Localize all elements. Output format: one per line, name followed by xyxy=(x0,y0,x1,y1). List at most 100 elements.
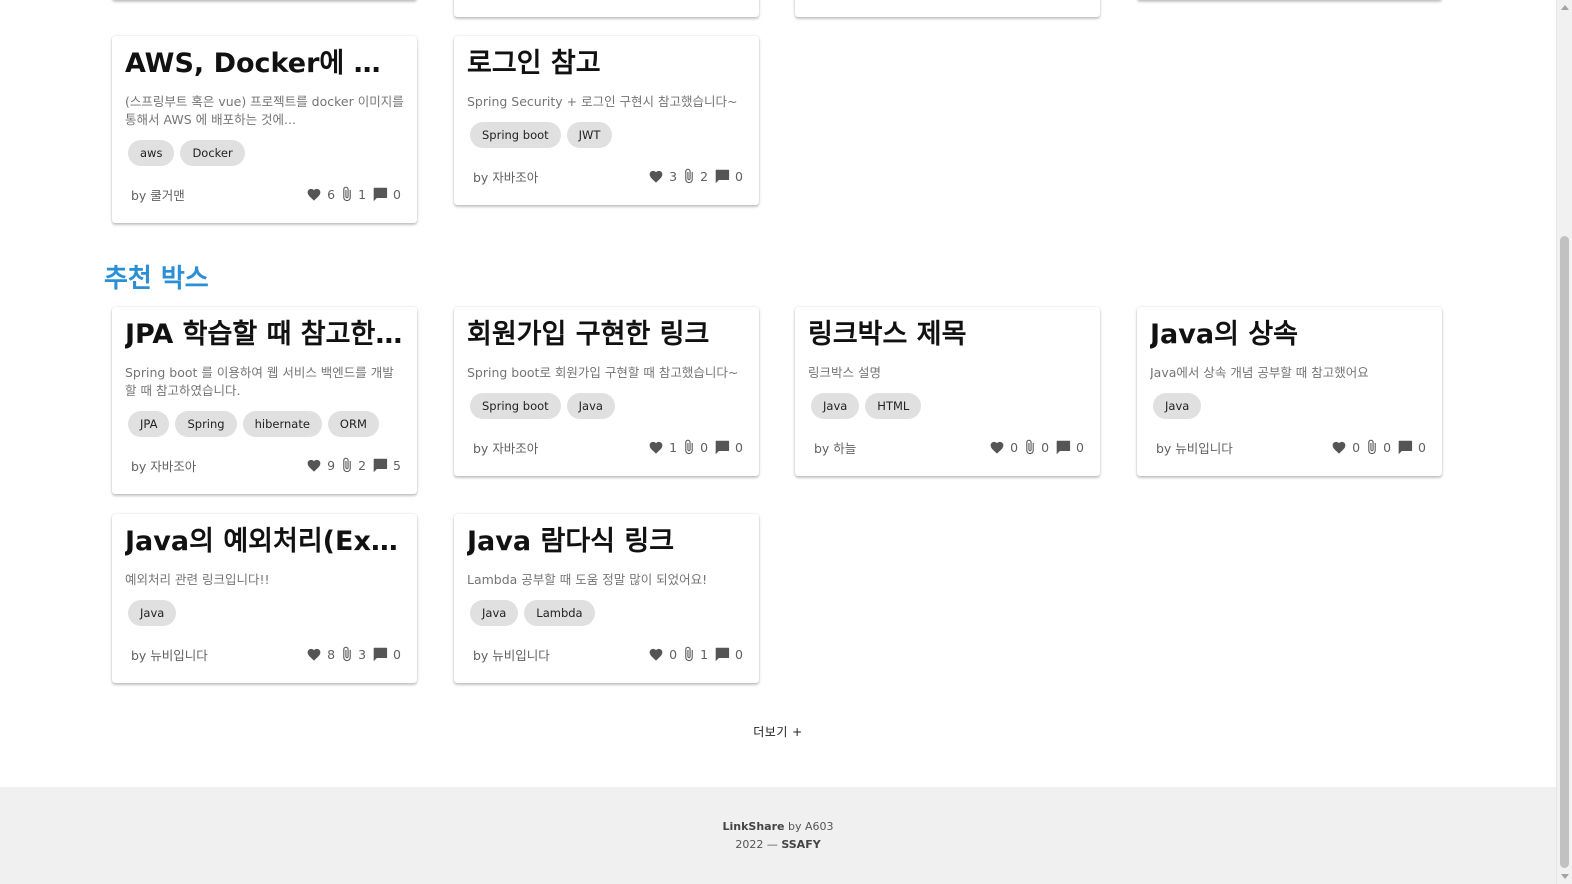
tag-chip[interactable]: hibernate xyxy=(242,411,322,437)
like-count: 0 xyxy=(669,646,678,662)
paperclip-icon xyxy=(343,186,351,202)
comment-icon xyxy=(1398,440,1413,454)
tag-chip[interactable]: Java xyxy=(128,600,177,626)
card-author: by 뉴비입니다 xyxy=(473,647,550,663)
tag-list: aws Docker xyxy=(125,140,404,168)
attachment-stat[interactable]: 1 xyxy=(341,186,366,202)
link-card[interactable]: Java의 상속 Java에서 상속 개념 공부할 때 참고했어요 Java b… xyxy=(1137,307,1442,476)
page-footer: LinkShare by A603 2022 — SSAFY xyxy=(0,787,1556,884)
card-description: 링크박스 설명 xyxy=(808,365,881,380)
like-stat[interactable]: 9 xyxy=(306,458,335,473)
like-stat[interactable]: 3 xyxy=(648,169,677,184)
like-stat[interactable]: 0 xyxy=(989,440,1018,455)
tag-list: JPA Spring hibernate ORM xyxy=(125,411,404,439)
attachment-stat[interactable]: 1 xyxy=(683,646,708,662)
tag-chip[interactable]: Java xyxy=(470,600,519,626)
heart-icon xyxy=(649,170,663,183)
card-author: by 하늘 xyxy=(814,440,857,456)
tag-chip[interactable]: aws xyxy=(128,140,175,166)
tag-chip[interactable]: Java xyxy=(566,393,615,419)
heart-icon xyxy=(649,648,663,661)
attachment-stat[interactable]: 3 xyxy=(341,646,366,662)
card-description: 예외처리 관련 링크입니다!! xyxy=(125,572,270,587)
tag-chip[interactable]: JWT xyxy=(566,122,613,148)
paperclip-icon xyxy=(685,168,693,184)
scroll-down-arrow-icon[interactable] xyxy=(1561,874,1569,879)
tag-chip[interactable]: Java xyxy=(1153,393,1202,419)
paperclip-icon xyxy=(685,646,693,662)
section-title: 추천 박스 xyxy=(104,264,209,294)
footer-year: 2022 — xyxy=(735,838,782,851)
comment-stat[interactable]: 0 xyxy=(714,647,743,662)
comment-icon xyxy=(373,458,388,472)
tag-chip[interactable]: Spring boot xyxy=(470,122,561,148)
link-card[interactable]: Java 람다식 링크 Lambda 공부할 때 도움 정말 많이 되었어요! … xyxy=(454,514,759,683)
comment-stat[interactable]: 0 xyxy=(714,169,743,184)
heart-icon xyxy=(307,459,321,472)
tag-chip[interactable]: Spring xyxy=(175,411,237,437)
card-stats: 1 0 0 xyxy=(648,439,743,455)
attachment-stat[interactable]: 2 xyxy=(683,168,708,184)
like-stat[interactable]: 0 xyxy=(1331,440,1360,455)
heart-icon xyxy=(307,188,321,201)
comment-count: 0 xyxy=(735,646,743,662)
more-button[interactable]: 더보기 + xyxy=(740,720,816,742)
comment-count: 5 xyxy=(393,457,401,473)
scroll-up-arrow-icon[interactable] xyxy=(1561,5,1569,10)
like-stat[interactable]: 8 xyxy=(306,647,335,662)
scrollbar-thumb[interactable] xyxy=(1560,236,1569,868)
partial-card[interactable] xyxy=(795,0,1100,17)
paperclip-icon xyxy=(1368,439,1376,455)
tag-chip[interactable]: ORM xyxy=(327,411,379,437)
comment-stat[interactable]: 0 xyxy=(372,187,401,202)
partial-card[interactable] xyxy=(454,0,759,17)
card-author: by 자바조아 xyxy=(131,458,197,474)
attachment-stat[interactable]: 0 xyxy=(1366,439,1391,455)
card-title: JPA 학습할 때 참고한 ... xyxy=(125,319,404,350)
comment-stat[interactable]: 0 xyxy=(1397,440,1426,455)
link-card[interactable]: Java의 예외처리(Exce... 예외처리 관련 링크입니다!! Java … xyxy=(112,514,417,683)
heart-icon xyxy=(990,441,1004,454)
card-footer: by 자바조아 3 2 0 xyxy=(467,164,746,188)
like-stat[interactable]: 1 xyxy=(648,440,677,455)
tag-chip[interactable]: Java xyxy=(811,393,860,419)
card-author: by 뉴비입니다 xyxy=(131,647,208,663)
comment-stat[interactable]: 0 xyxy=(1055,440,1084,455)
attachment-stat[interactable]: 0 xyxy=(683,439,708,455)
like-stat[interactable]: 6 xyxy=(306,187,335,202)
comment-icon xyxy=(1056,440,1071,454)
card-footer: by 자바조아 1 0 0 xyxy=(467,435,746,459)
link-card[interactable]: AWS, Docker에 대한 ... (스프링부트 혹은 vue) 프로젝트를… xyxy=(112,36,417,223)
comment-stat[interactable]: 5 xyxy=(372,458,401,473)
attachment-count: 0 xyxy=(1041,439,1050,455)
tag-chip[interactable]: HTML xyxy=(865,393,922,419)
card-stats: 3 2 0 xyxy=(648,168,743,184)
heart-icon xyxy=(649,441,663,454)
tag-list: Java HTML xyxy=(808,393,1087,421)
comment-stat[interactable]: 0 xyxy=(372,647,401,662)
card-description: (스프링부트 혹은 vue) 프로젝트를 docker 이미지를 통해서 AWS… xyxy=(125,94,404,127)
tag-chip[interactable]: JPA xyxy=(128,411,170,437)
link-card[interactable]: 로그인 참고 Spring Security + 로그인 구현시 참고했습니다~… xyxy=(454,36,759,205)
attachment-stat[interactable]: 2 xyxy=(341,457,366,473)
link-card[interactable]: JPA 학습할 때 참고한 ... Spring boot 를 이용하여 웹 서… xyxy=(112,307,417,494)
like-count: 1 xyxy=(669,439,678,455)
tag-chip[interactable]: Lambda xyxy=(524,600,595,626)
card-title: 링크박스 제목 xyxy=(808,319,967,350)
page: AWS, Docker에 대한 ... (스프링부트 혹은 vue) 프로젝트를… xyxy=(0,0,1556,884)
card-author: by 쿨거맨 xyxy=(131,187,185,203)
link-card[interactable]: 회원가입 구현한 링크 Spring boot로 회원가입 구현할 때 참고했습… xyxy=(454,307,759,476)
link-card[interactable]: 링크박스 제목 링크박스 설명 Java HTML by 하늘 0 0 0 xyxy=(795,307,1100,476)
vertical-scrollbar[interactable] xyxy=(1556,0,1572,884)
attachment-stat[interactable]: 0 xyxy=(1024,439,1049,455)
like-stat[interactable]: 0 xyxy=(648,647,677,662)
comment-stat[interactable]: 0 xyxy=(714,440,743,455)
tag-chip[interactable]: Spring boot xyxy=(470,393,561,419)
tag-chip[interactable]: Docker xyxy=(180,140,245,166)
comment-count: 0 xyxy=(1076,439,1084,455)
like-count: 6 xyxy=(327,186,336,202)
card-stats: 0 0 0 xyxy=(1331,439,1426,455)
card-title: AWS, Docker에 대한 ... xyxy=(125,48,404,79)
comment-icon xyxy=(715,169,730,183)
attachment-count: 1 xyxy=(358,186,367,202)
